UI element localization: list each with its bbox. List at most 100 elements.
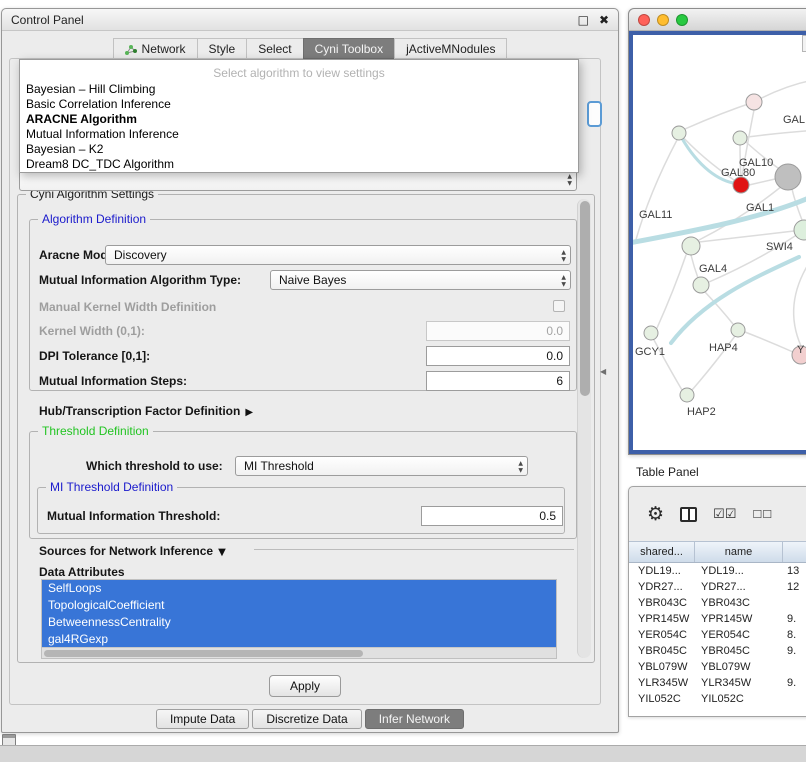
manual-kernel-checkbox[interactable] [553, 300, 565, 312]
network-node[interactable] [680, 388, 694, 402]
tab-style[interactable]: Style [197, 38, 247, 59]
minimize-traffic-light-icon[interactable] [657, 14, 669, 26]
table-row[interactable]: YER054CYER054C8. [629, 627, 806, 643]
table-row[interactable]: YDR27...YDR27...12 [629, 579, 806, 595]
algorithm-option[interactable]: Bayesian – K2 [20, 142, 578, 157]
network-edge[interactable] [745, 332, 793, 352]
deselect-all-icon[interactable]: ☐☐ [752, 508, 772, 521]
attribute-item[interactable]: gal4RGexp [42, 631, 556, 648]
network-node[interactable] [794, 220, 806, 240]
table-panel-title: Table Panel [636, 465, 699, 479]
node-label: GCY1 [635, 346, 665, 358]
table-cell: YER054C [695, 627, 783, 643]
network-node[interactable] [693, 277, 709, 293]
table-cell: YLR345W [629, 675, 695, 691]
gear-icon[interactable]: ⚙ [647, 503, 664, 525]
table-body: YDL19...YDL19...13YDR27...YDR27...12YBR0… [629, 563, 806, 717]
attribute-item[interactable]: SelfLoops [42, 580, 556, 597]
attribute-item[interactable]: BetweennessCentrality [42, 614, 556, 631]
table-row[interactable]: YBR045CYBR045C9. [629, 643, 806, 659]
network-node[interactable] [672, 126, 686, 140]
tab-discretize-data[interactable]: Discretize Data [252, 709, 361, 729]
network-scrollbar[interactable] [802, 35, 806, 52]
tab-label: Network [142, 42, 186, 56]
table-cell: 9. [783, 675, 806, 691]
close-traffic-light-icon[interactable] [638, 14, 650, 26]
network-node[interactable] [731, 323, 745, 337]
control-panel-titlebar[interactable]: Control Panel □ ✖ [2, 9, 618, 31]
algorithm-option[interactable]: ARACNE Algorithm [20, 112, 578, 127]
network-edge[interactable] [747, 130, 806, 137]
combo-value: Naive Bayes [279, 273, 346, 287]
network-edge[interactable] [749, 179, 775, 185]
network-node[interactable] [644, 326, 658, 340]
settings-scrollbar[interactable] [577, 199, 591, 658]
mi-steps-input[interactable]: 6 [426, 371, 570, 391]
algorithm-aux-button[interactable] [587, 101, 602, 127]
tab-impute-data[interactable]: Impute Data [156, 709, 249, 729]
table-row[interactable]: YBL079WYBL079W [629, 659, 806, 675]
attributes-hscrollbar[interactable] [42, 647, 556, 658]
tab-select[interactable]: Select [246, 38, 302, 59]
sources-section-toggle[interactable]: Sources for Network Inference▼ [39, 541, 226, 561]
algorithm-dropdown-list: Bayesian – Hill ClimbingBasic Correlatio… [20, 82, 578, 172]
table-row[interactable]: YDL19...YDL19...13 [629, 563, 806, 579]
network-node[interactable] [733, 131, 747, 145]
select-all-icon[interactable]: ☑☑ [713, 507, 736, 522]
network-edge[interactable] [685, 102, 754, 129]
table-row[interactable]: YPR145WYPR145W9. [629, 611, 806, 627]
table-cell: YDR27... [695, 579, 783, 595]
table-cell: YPR145W [695, 611, 783, 627]
table-cell: 12 [783, 579, 806, 595]
hub-section-toggle[interactable]: Hub/Transcription Factor Definition▶ [39, 401, 253, 421]
table-row[interactable]: YBR043CYBR043C [629, 595, 806, 611]
network-edge[interactable] [657, 255, 686, 328]
network-canvas[interactable]: GALGAL80GAL10GAL11GAL1SWI4GAL4GCY1HAP4HA… [633, 35, 806, 450]
chevron-down-icon[interactable]: ▼ [218, 547, 226, 558]
close-icon[interactable]: ✖ [599, 13, 609, 27]
algorithm-option[interactable]: Mutual Information Inference [20, 127, 578, 142]
attribute-item[interactable]: TopologicalCoefficient [42, 597, 556, 614]
dpi-tolerance-input[interactable]: 0.0 [426, 346, 570, 366]
network-edge[interactable] [754, 79, 806, 102]
panel-collapse-arrow[interactable]: ◀ [600, 367, 606, 376]
network-node[interactable] [775, 164, 801, 190]
data-attributes-list[interactable]: SelfLoopsTopologicalCoefficientBetweenne… [41, 579, 557, 659]
tab-cyni-toolbox[interactable]: Cyni Toolbox [303, 38, 394, 59]
control-panel-window: Control Panel □ ✖ Network Style Select C… [1, 8, 619, 733]
network-edge[interactable] [794, 263, 806, 346]
algorithm-option[interactable]: Dream8 DC_TDC Algorithm [20, 157, 578, 172]
network-node[interactable] [733, 177, 749, 193]
scrollbar-thumb[interactable] [580, 201, 590, 396]
mi-type-select[interactable]: Naive Bayes ▲▼ [270, 270, 571, 290]
column-selector-icon[interactable] [680, 507, 697, 522]
tab-infer-network[interactable]: Infer Network [365, 709, 464, 729]
column-header-shared-name[interactable]: shared... [629, 542, 695, 562]
network-icon [125, 43, 137, 55]
column-header-extra[interactable] [783, 542, 806, 562]
algorithm-option[interactable]: Bayesian – Hill Climbing [20, 82, 578, 97]
mi-threshold-input[interactable]: 0.5 [421, 506, 563, 526]
network-graph: GALGAL80GAL10GAL11GAL1SWI4GAL4GCY1HAP4HA… [633, 35, 806, 450]
chevron-right-icon[interactable]: ▶ [245, 407, 253, 418]
apply-button[interactable]: Apply [269, 675, 341, 697]
restore-icon[interactable]: □ [578, 13, 589, 27]
algorithm-option[interactable]: Basic Correlation Inference [20, 97, 578, 112]
network-edge[interactable] [635, 140, 677, 243]
tab-network[interactable]: Network [113, 38, 197, 59]
node-label: GAL11 [639, 209, 672, 221]
aracne-mode-select[interactable]: Discovery ▲▼ [105, 245, 571, 265]
bottom-tab-bar: Impute Data Discretize Data Infer Networ… [2, 709, 618, 729]
table-row[interactable]: YLR345WYLR345W9. [629, 675, 806, 691]
kernel-width-input[interactable]: 0.0 [426, 321, 570, 341]
tab-jactivemodules[interactable]: jActiveMNodules [394, 38, 507, 59]
network-edge[interactable] [691, 255, 698, 278]
table-row[interactable]: YIL052CYIL052C [629, 691, 806, 707]
network-titlebar[interactable] [629, 9, 806, 31]
zoom-traffic-light-icon[interactable] [676, 14, 688, 26]
network-node[interactable] [682, 237, 700, 255]
network-node[interactable] [746, 94, 762, 110]
which-threshold-select[interactable]: MI Threshold ▲▼ [235, 456, 528, 476]
scrollbar-thumb[interactable] [44, 650, 363, 657]
column-header-name[interactable]: name [695, 542, 783, 562]
